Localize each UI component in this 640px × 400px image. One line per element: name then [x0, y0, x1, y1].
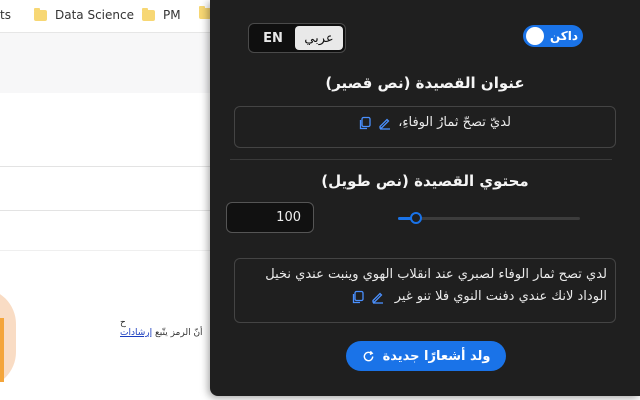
refresh-icon: [362, 350, 375, 363]
dark-mode-toggle[interactable]: داكن: [523, 25, 583, 47]
divider: [0, 166, 210, 167]
poem-content-heading: محتوي القصيدة (نص طويل): [321, 172, 529, 190]
poem-length-slider[interactable]: [398, 212, 580, 224]
dark-mode-label: داكن: [550, 29, 579, 43]
bookmarks-truncated-label: ts: [0, 8, 11, 22]
poem-title-box: لديّ تصحّ ثمارُ الوفاءِ،: [234, 106, 616, 148]
edit-pencil-icon[interactable]: [378, 116, 392, 130]
divider: [0, 250, 210, 251]
poem-content-box: لدي تصح ثمار الوفاء لصبري عند انقلاب اله…: [234, 258, 616, 323]
poem-content-text: لدي تصح ثمار الوفاء لصبري عند انقلاب اله…: [265, 267, 607, 304]
hint-line: أنّ الرمز يتّبع: [155, 328, 203, 338]
edit-pencil-icon[interactable]: [371, 290, 385, 304]
language-option-ar[interactable]: عربي: [295, 26, 343, 50]
hint-line: ح: [120, 318, 126, 328]
background-hint-text: ح أنّ الرمز يتّبع إرشادات: [120, 318, 210, 338]
guidelines-link[interactable]: إرشادات: [120, 328, 152, 338]
generate-poems-button[interactable]: ولد أشعارًا جديدة: [346, 341, 506, 371]
bookmark-data-science[interactable]: Data Science: [34, 7, 134, 22]
generate-poems-label: ولد أشعارًا جديدة: [382, 348, 491, 364]
toggle-knob: [526, 27, 544, 45]
bookmark-pm[interactable]: PM: [142, 7, 181, 22]
illustration-accent: [0, 318, 4, 382]
folder-icon: [34, 7, 47, 21]
copy-icon[interactable]: [358, 116, 372, 130]
slider-thumb[interactable]: [410, 212, 423, 224]
folder-icon: [142, 7, 155, 21]
divider: [0, 210, 210, 211]
bookmark-label: PM: [163, 8, 181, 22]
bookmark-label: Data Science: [55, 8, 134, 22]
poem-title-text: لديّ تصحّ ثمارُ الوفاءِ،: [398, 115, 511, 130]
language-option-en[interactable]: EN: [251, 26, 295, 50]
poem-length-input[interactable]: [226, 202, 314, 233]
section-divider: [230, 159, 612, 160]
poem-generator-panel: EN عربي داكن عنوان القصيدة (نص قصير) لدي…: [210, 0, 640, 396]
language-switch: EN عربي: [248, 23, 346, 53]
poem-title-heading: عنوان القصيدة (نص قصير): [325, 74, 525, 92]
copy-icon[interactable]: [351, 290, 365, 304]
